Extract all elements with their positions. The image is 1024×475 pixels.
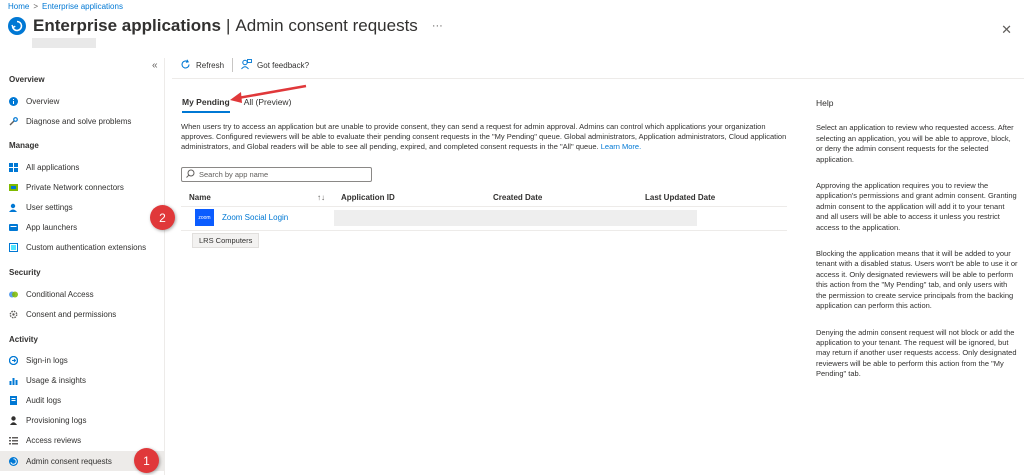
- search-icon: [186, 169, 195, 180]
- sidebar-item-label: Sign-in logs: [26, 355, 68, 365]
- sidebar-item-consent-and-permissions[interactable]: Consent and permissions: [0, 304, 164, 324]
- sidebar-item-overview[interactable]: Overview: [0, 91, 164, 111]
- help-title: Help: [816, 98, 834, 108]
- help-panel: Help Select an application to review who…: [816, 98, 1018, 396]
- annotation-arrow: [230, 84, 307, 103]
- sidebar-item-provisioning-logs[interactable]: Provisioning logs: [0, 410, 164, 430]
- page-title-main: Enterprise applications: [33, 16, 221, 35]
- description: When users try to access an application …: [181, 122, 787, 152]
- conditional-access-icon: [9, 290, 18, 299]
- column-header-name[interactable]: Name: [189, 193, 211, 202]
- sidebar-item-label: Admin consent requests: [26, 456, 112, 466]
- feedback-label: Got feedback?: [257, 60, 310, 70]
- sidebar-item-label: Provisioning logs: [26, 415, 87, 425]
- table-header-divider: [181, 206, 787, 207]
- page-title: Enterprise applications | Admin consent …: [33, 16, 418, 36]
- chart-icon: [9, 376, 18, 385]
- toolbar-divider: [232, 58, 234, 72]
- sidebar-item-label: Overview: [26, 96, 60, 106]
- sidebar-heading-activity: Activity: [9, 335, 38, 344]
- page-header: Enterprise applications | Admin consent …: [8, 16, 443, 36]
- publisher-tooltip: LRS Computers: [192, 233, 260, 248]
- search-placeholder: Search by app name: [199, 170, 269, 179]
- sidebar-item-user-settings[interactable]: User settings: [0, 197, 164, 217]
- column-header-last-updated-date[interactable]: Last Updated Date: [645, 193, 715, 202]
- sidebar-item-sign-in-logs[interactable]: Sign-in logs: [0, 350, 164, 370]
- sidebar-item-app-launchers[interactable]: App launchers: [0, 217, 164, 237]
- command-bar: Refresh Got feedback?: [180, 58, 309, 72]
- collapse-sidebar-icon[interactable]: «: [152, 60, 158, 71]
- gear-icon: [9, 310, 18, 319]
- close-icon[interactable]: ✕: [1001, 22, 1012, 38]
- sidebar-item-label: Diagnose and solve problems: [26, 116, 132, 126]
- sidebar-item-diagnose[interactable]: Diagnose and solve problems: [0, 111, 164, 131]
- connector-icon: [9, 183, 18, 192]
- sidebar-item-usage-insights[interactable]: Usage & insights: [0, 370, 164, 390]
- sidebar-item-label: Conditional Access: [26, 289, 94, 299]
- launcher-icon: [9, 223, 18, 232]
- sidebar-item-label: Access reviews: [26, 435, 82, 445]
- sidebar-item-label: Private Network connectors: [26, 182, 124, 192]
- column-header-application-id[interactable]: Application ID: [341, 193, 395, 202]
- info-icon: [9, 96, 18, 106]
- tab-my-pending[interactable]: My Pending: [182, 97, 230, 113]
- audit-icon: [9, 395, 18, 405]
- sidebar-heading-manage: Manage: [9, 141, 39, 150]
- redacted-subtitle: [32, 38, 96, 48]
- callout-badge-1: 1: [134, 448, 159, 473]
- feedback-button[interactable]: Got feedback?: [241, 58, 310, 72]
- sidebar-item-conditional-access[interactable]: Conditional Access: [0, 284, 164, 304]
- sort-icon[interactable]: ↑↓: [317, 193, 325, 202]
- page-title-sub: Admin consent requests: [235, 16, 418, 35]
- sidebar-item-label: All applications: [26, 162, 80, 172]
- sidebar-item-label: Audit logs: [26, 395, 62, 405]
- help-paragraph: Approving the application requires you t…: [816, 181, 1017, 232]
- sidebar-item-access-reviews[interactable]: Access reviews: [0, 430, 164, 450]
- sidebar-item-label: Custom authentication extensions: [26, 242, 147, 252]
- sidebar-heading-overview: Overview: [9, 75, 45, 84]
- sidebar-item-audit-logs[interactable]: Audit logs: [0, 390, 164, 410]
- zoom-app-logo: zoom: [195, 209, 214, 226]
- list-icon: [9, 436, 18, 445]
- help-paragraph: Select an application to review who requ…: [816, 123, 1014, 164]
- redacted-row-details: [334, 210, 697, 226]
- sidebar-item-label: App launchers: [26, 222, 78, 232]
- enterprise-apps-icon: [8, 17, 26, 35]
- sidebar-item-label: User settings: [26, 202, 73, 212]
- breadcrumb-enterprise-apps-link[interactable]: Enterprise applications: [42, 2, 123, 11]
- refresh-label: Refresh: [196, 60, 225, 70]
- consent-icon: [9, 456, 18, 466]
- refresh-button[interactable]: Refresh: [180, 59, 224, 72]
- help-paragraph: Denying the admin consent request will n…: [816, 327, 1017, 379]
- sidebar-item-custom-auth-extensions[interactable]: Custom authentication extensions: [0, 237, 164, 257]
- sidebar-item-label: Usage & insights: [26, 375, 87, 385]
- user-settings-icon: [9, 203, 18, 212]
- page-title-separator: |: [226, 16, 231, 35]
- help-paragraph: Blocking the application means that it w…: [816, 249, 1018, 311]
- sidebar: « Overview Overview Diagnose and solve p…: [0, 58, 165, 475]
- breadcrumb: Home > Enterprise applications: [8, 2, 123, 11]
- person-icon: [9, 415, 18, 425]
- extension-icon: [9, 242, 18, 252]
- sidebar-item-private-network-connectors[interactable]: Private Network connectors: [0, 177, 164, 197]
- breadcrumb-separator: >: [33, 2, 39, 11]
- learn-more-link[interactable]: Learn More.: [601, 142, 641, 151]
- callout-badge-2: 2: [150, 205, 175, 230]
- feedback-icon: [241, 58, 252, 72]
- sidebar-item-label: Consent and permissions: [26, 309, 117, 319]
- app-name-link[interactable]: Zoom Social Login: [222, 213, 288, 222]
- sidebar-item-all-applications[interactable]: All applications: [0, 157, 164, 177]
- sidebar-heading-security: Security: [9, 268, 41, 277]
- grid-icon: [9, 162, 18, 172]
- search-box[interactable]: Search by app name: [181, 167, 372, 182]
- breadcrumb-home-link[interactable]: Home: [8, 2, 29, 11]
- table-row-divider: [181, 230, 787, 231]
- more-options-icon[interactable]: ···: [432, 20, 443, 32]
- refresh-icon: [180, 59, 191, 72]
- wrench-icon: [9, 116, 18, 126]
- column-header-created-date[interactable]: Created Date: [493, 193, 542, 202]
- toolbar-divider-line: [172, 78, 1024, 79]
- sign-in-icon: [8, 355, 19, 365]
- description-text: When users try to access an application …: [181, 122, 787, 151]
